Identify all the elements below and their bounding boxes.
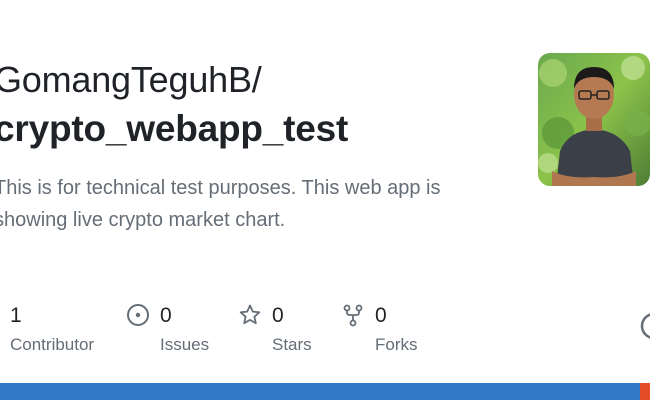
issues-label: Issues (160, 335, 210, 354)
stars-label: Stars (272, 335, 312, 354)
fork-icon (341, 303, 365, 327)
star-icon (238, 303, 262, 327)
language-bar (0, 383, 650, 400)
issues-count: 0 (160, 304, 172, 327)
contributors-label: Contributor (10, 335, 95, 354)
repo-owner[interactable]: GomangTeguhB/ (0, 58, 262, 102)
stars-count: 0 (272, 304, 284, 327)
repo-name[interactable]: crypto_webapp_test (0, 106, 348, 152)
issue-icon (126, 303, 150, 327)
owner-avatar[interactable] (538, 53, 650, 186)
forks-label: Forks (375, 335, 418, 354)
language-bar-primary (0, 383, 640, 400)
avatar-photo (538, 53, 650, 186)
forks-count: 0 (375, 304, 387, 327)
repo-description: This is for technical test purposes. Thi… (0, 177, 441, 231)
github-logo-icon (640, 311, 650, 341)
contributors-count: 1 (10, 304, 22, 327)
language-bar-secondary (640, 383, 650, 400)
